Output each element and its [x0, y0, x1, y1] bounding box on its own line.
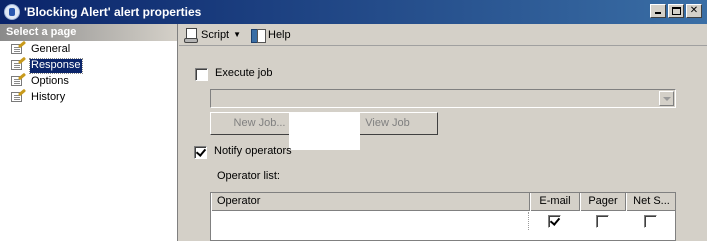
title-bar: 'Blocking Alert' alert properties ✕ — [0, 0, 707, 24]
page-selector-header: Select a page — [0, 24, 177, 41]
page-item-history[interactable]: History — [0, 88, 177, 105]
minimize-icon — [655, 12, 661, 14]
property-page-icon — [11, 40, 27, 55]
maximize-icon — [672, 7, 681, 15]
page-selector: Select a page General Response Options H… — [0, 24, 178, 241]
page-item-label: General — [31, 43, 71, 55]
page-item-label: History — [31, 91, 66, 103]
pager-checkbox[interactable] — [596, 215, 609, 228]
table-row[interactable] — [211, 212, 675, 230]
page-item-response[interactable]: Response — [0, 56, 177, 74]
script-label: Script — [201, 29, 230, 41]
minimize-button[interactable] — [650, 4, 666, 18]
column-header-operator[interactable]: Operator — [211, 193, 530, 211]
page-item-label: Options — [31, 75, 69, 87]
property-page-icon — [11, 56, 27, 71]
operator-grid: Operator E-mail Pager Net S... — [210, 192, 676, 241]
response-page: Execute job New Job... View Job Notify o… — [179, 47, 707, 241]
maximize-button[interactable] — [668, 4, 684, 18]
notify-operators-label: Notify operators — [214, 145, 292, 157]
alert-properties-window: 'Blocking Alert' alert properties ✕ Sele… — [0, 0, 707, 241]
help-icon — [251, 28, 266, 44]
operator-list-label: Operator list: — [217, 170, 280, 182]
chevron-down-icon[interactable] — [659, 91, 674, 106]
execute-job-label: Execute job — [215, 67, 273, 79]
help-button[interactable]: Help — [251, 27, 291, 44]
window-title: 'Blocking Alert' alert properties — [24, 5, 202, 19]
close-button[interactable]: ✕ — [686, 4, 702, 18]
redacted-area — [289, 112, 360, 150]
page-item-options[interactable]: Options — [0, 72, 177, 89]
grid-header: Operator E-mail Pager Net S... — [211, 193, 675, 211]
notify-operators-checkbox[interactable] — [194, 146, 207, 159]
window-controls: ✕ — [650, 4, 702, 18]
column-header-net-send[interactable]: Net S... — [626, 193, 675, 211]
script-icon — [184, 28, 198, 44]
column-header-pager[interactable]: Pager — [580, 193, 626, 211]
column-header-email[interactable]: E-mail — [530, 193, 580, 211]
execute-job-checkbox[interactable] — [195, 68, 208, 81]
operator-cell[interactable] — [211, 212, 529, 230]
page-item-label: Response — [29, 58, 83, 74]
toolbar: Script ▼ Help — [179, 24, 707, 46]
property-page-icon — [11, 88, 27, 103]
script-button[interactable]: Script ▼ — [184, 27, 241, 44]
sql-alert-icon — [4, 4, 20, 20]
page-item-general[interactable]: General — [0, 40, 177, 57]
chevron-down-icon[interactable]: ▼ — [233, 27, 241, 43]
help-label: Help — [268, 29, 291, 41]
property-page-icon — [11, 72, 27, 87]
email-checkbox[interactable] — [548, 215, 561, 228]
net-send-checkbox[interactable] — [644, 215, 657, 228]
close-icon: ✕ — [689, 5, 699, 16]
redacted-operator — [213, 212, 265, 230]
job-select[interactable] — [210, 89, 676, 108]
